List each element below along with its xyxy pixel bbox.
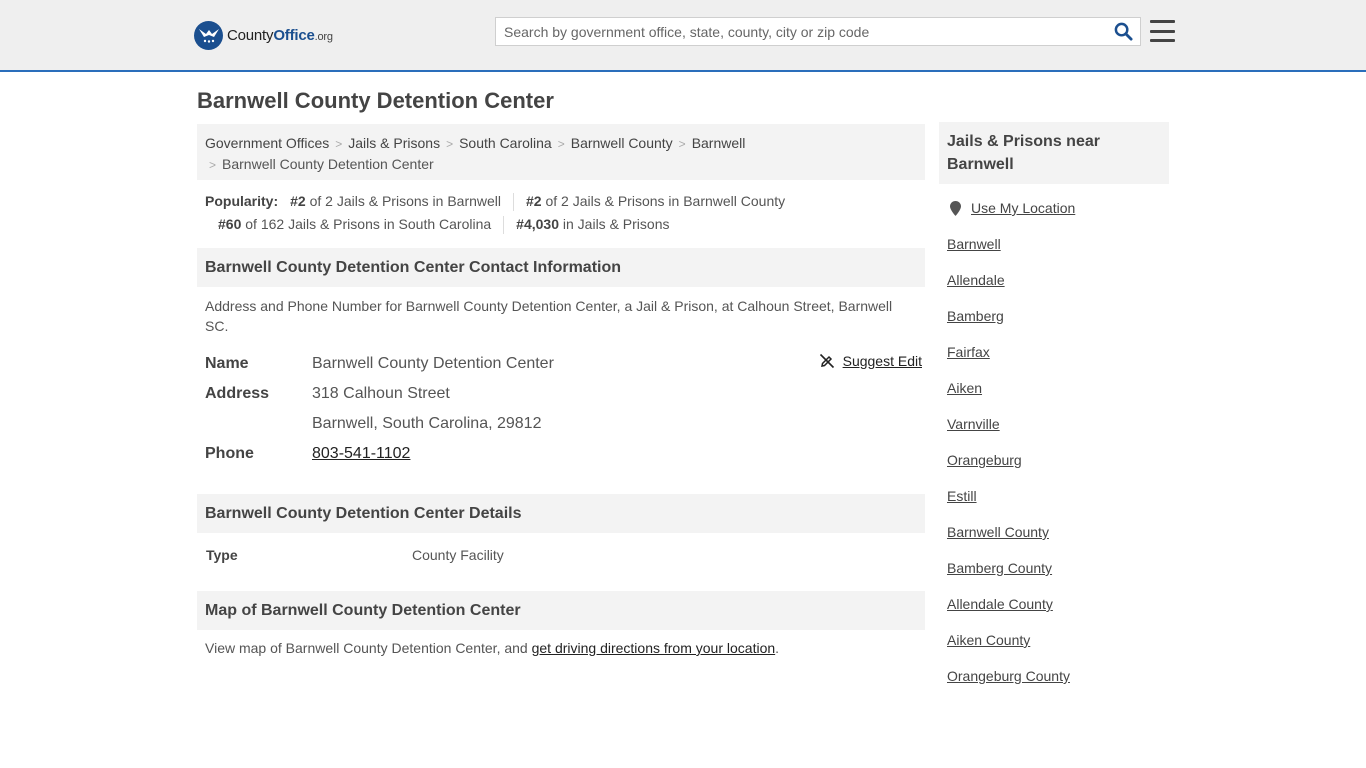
phone-label: Phone [205,445,254,462]
sidebar-link-aiken[interactable]: Aiken [947,380,982,396]
contact-heading: Barnwell County Detention Center Contact… [197,248,925,287]
breadcrumb-government-offices[interactable]: Government Offices [205,135,329,151]
sidebar-item: Aiken County [947,632,1161,668]
sidebar: Jails & Prisons near Barnwell Use My Loc… [939,122,1169,704]
sidebar-link-allendale-county[interactable]: Allendale County [947,596,1053,612]
phone-link[interactable]: 803-541-1102 [312,445,410,462]
search-input[interactable] [496,18,1106,45]
popularity-item: #60 of 162 Jails & Prisons in South Caro… [218,216,492,232]
sidebar-item: Orangeburg [947,452,1161,488]
contact-row-address-2: Barnwell, South Carolina, 29812 [205,409,917,439]
breadcrumb-jails-prisons[interactable]: Jails & Prisons [348,135,440,151]
use-my-location-link[interactable]: Use My Location [971,200,1075,216]
type-value: County Facility [412,547,504,563]
popularity-item: #2 of 2 Jails & Prisons in Barnwell [290,193,502,209]
contact-row-address: Address 318 Calhoun Street [205,379,917,409]
chevron-right-icon: > [209,158,217,172]
sidebar-item: Bamberg County [947,560,1161,596]
sidebar-item: Barnwell County [947,524,1161,560]
sidebar-link-fairfax[interactable]: Fairfax [947,344,990,360]
eagle-icon [194,20,223,50]
sidebar-item: Varnville [947,416,1161,452]
breadcrumb: Government Offices > Jails & Prisons > South… [197,124,925,180]
search-bar [495,17,1141,46]
sidebar-link-orangeburg[interactable]: Orangeburg [947,452,1022,468]
breadcrumb-barnwell[interactable]: Barnwell [692,135,746,151]
edit-off-icon [819,353,834,369]
sidebar-item: Barnwell [947,236,1161,272]
site-header: CountyOffice.org [0,0,1366,72]
search-icon [1114,22,1133,41]
divider [503,215,505,234]
hamburger-menu-icon[interactable] [1149,18,1176,44]
contact-row-phone: Phone 803-541-1102 [205,439,917,469]
logo-text: CountyOffice.org [227,26,333,44]
address-label: Address [205,385,270,402]
map-description: View map of Barnwell County Detention Ce… [205,640,780,656]
contact-description: Address and Phone Number for Barnwell Co… [205,298,893,334]
sidebar-item: Orangeburg County [947,668,1161,704]
popularity-item: #4,030 in Jails & Prisons [516,216,670,232]
main-content: Government Offices > Jails & Prisons > South… [197,124,925,656]
sidebar-link-barnwell[interactable]: Barnwell [947,236,1001,252]
sidebar-item: Fairfax [947,344,1161,380]
name-label: Name [205,355,249,372]
contact-row-name: Name Barnwell County Detention Center [205,349,917,379]
map-pin-icon [950,201,961,216]
sidebar-link-bamberg-county[interactable]: Bamberg County [947,560,1052,576]
details-row-type: Type County Facility [197,533,925,591]
driving-directions-link[interactable]: get driving directions from your locatio… [532,640,776,656]
page-title: Barnwell County Detention Center [197,88,554,113]
chevron-right-icon: > [446,137,454,151]
use-my-location: Use My Location [947,200,1161,236]
sidebar-link-varnville[interactable]: Varnville [947,416,1000,432]
popularity-item: #2 of 2 Jails & Prisons in Barnwell Coun… [526,193,786,209]
sidebar-item: Aiken [947,380,1161,416]
sidebar-item: Estill [947,488,1161,524]
address-line-1: 318 Calhoun Street [312,385,450,402]
sidebar-heading: Jails & Prisons near Barnwell [939,122,1169,184]
site-logo[interactable]: CountyOffice.org [194,20,333,50]
contact-table: Suggest Edit Name Barnwell County Detent… [197,349,925,489]
sidebar-item: Allendale [947,272,1161,308]
details-heading: Barnwell County Detention Center Details [197,494,925,533]
map-heading: Map of Barnwell County Detention Center [197,591,925,630]
chevron-right-icon: > [557,137,565,151]
sidebar-list: Use My Location Barnwell Allendale Bambe… [939,184,1169,704]
sidebar-link-estill[interactable]: Estill [947,488,977,504]
name-value: Barnwell County Detention Center [312,355,554,372]
sidebar-link-allendale[interactable]: Allendale [947,272,1005,288]
sidebar-item: Bamberg [947,308,1161,344]
breadcrumb-south-carolina[interactable]: South Carolina [459,135,552,151]
popularity-label: Popularity: [205,193,279,209]
divider [513,192,515,211]
sidebar-link-bamberg[interactable]: Bamberg [947,308,1004,324]
search-button[interactable] [1106,18,1140,45]
type-label: Type [206,547,238,563]
popularity-section: Popularity: #2 of 2 Jails & Prisons in B… [197,190,925,236]
suggest-edit-link[interactable]: Suggest Edit [819,353,922,369]
chevron-right-icon: > [335,137,343,151]
sidebar-link-aiken-county[interactable]: Aiken County [947,632,1030,648]
breadcrumb-current: Barnwell County Detention Center [222,156,434,172]
address-line-2: Barnwell, South Carolina, 29812 [312,415,542,432]
sidebar-link-orangeburg-county[interactable]: Orangeburg County [947,668,1070,684]
sidebar-item: Allendale County [947,596,1161,632]
sidebar-link-barnwell-county[interactable]: Barnwell County [947,524,1049,540]
breadcrumb-barnwell-county[interactable]: Barnwell County [571,135,673,151]
chevron-right-icon: > [678,137,686,151]
